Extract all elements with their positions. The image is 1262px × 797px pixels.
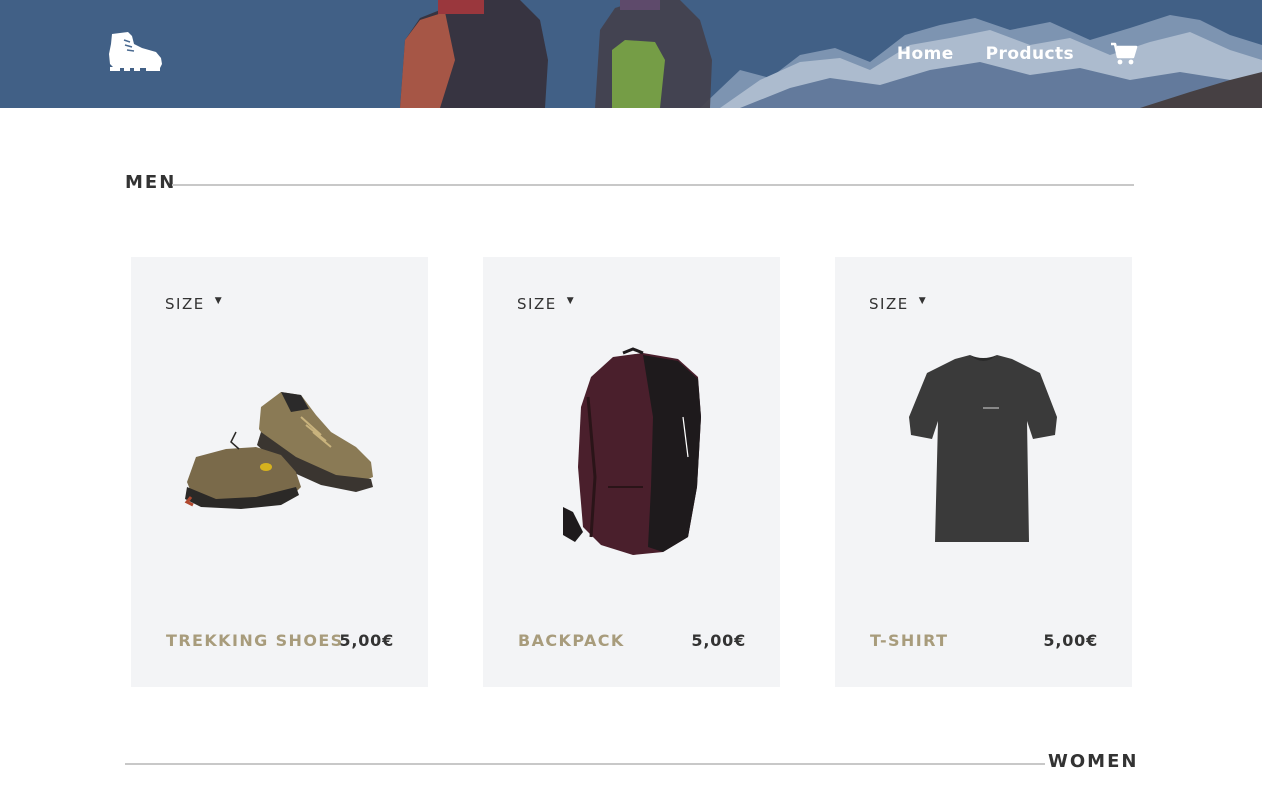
product-name[interactable]: BACKPACK	[518, 631, 625, 650]
shopping-cart-icon[interactable]	[1110, 42, 1138, 66]
hiking-boot-icon[interactable]	[106, 30, 164, 72]
main-nav: Home Products	[865, 42, 1138, 66]
size-label: SIZE	[869, 295, 909, 313]
site-header: Home Products	[0, 0, 1262, 108]
product-name[interactable]: T-SHIRT	[870, 631, 948, 650]
backpack-image[interactable]	[483, 337, 780, 577]
nav-products-link[interactable]: Products	[986, 44, 1074, 64]
product-name[interactable]: TREKKING SHOES	[166, 631, 344, 650]
size-dropdown[interactable]: SIZE ▼	[165, 295, 223, 313]
product-card-t-shirt[interactable]: SIZE ▼ T-SHIRT 5,00€	[835, 257, 1132, 687]
caret-down-icon: ▼	[566, 296, 576, 306]
size-dropdown[interactable]: SIZE ▼	[869, 295, 927, 313]
product-price: 5,00€	[1043, 631, 1098, 650]
section-title-women: WOMEN	[1048, 751, 1139, 772]
section-divider-women	[125, 763, 1045, 765]
caret-down-icon: ▼	[918, 296, 928, 306]
product-price: 5,00€	[691, 631, 746, 650]
caret-down-icon: ▼	[214, 296, 224, 306]
product-card-backpack[interactable]: SIZE ▼ BACKPACK 5,00€	[483, 257, 780, 687]
section-title-men: MEN	[125, 172, 177, 193]
section-divider-men	[172, 184, 1134, 186]
t-shirt-image[interactable]	[835, 337, 1132, 577]
nav-home-link[interactable]: Home	[897, 44, 954, 64]
product-card-trekking-shoes[interactable]: SIZE ▼ TREKKING SHOES 5,00€	[131, 257, 428, 687]
size-dropdown[interactable]: SIZE ▼	[517, 295, 575, 313]
trekking-shoes-image[interactable]	[131, 337, 428, 577]
size-label: SIZE	[165, 295, 205, 313]
size-label: SIZE	[517, 295, 557, 313]
product-price: 5,00€	[339, 631, 394, 650]
